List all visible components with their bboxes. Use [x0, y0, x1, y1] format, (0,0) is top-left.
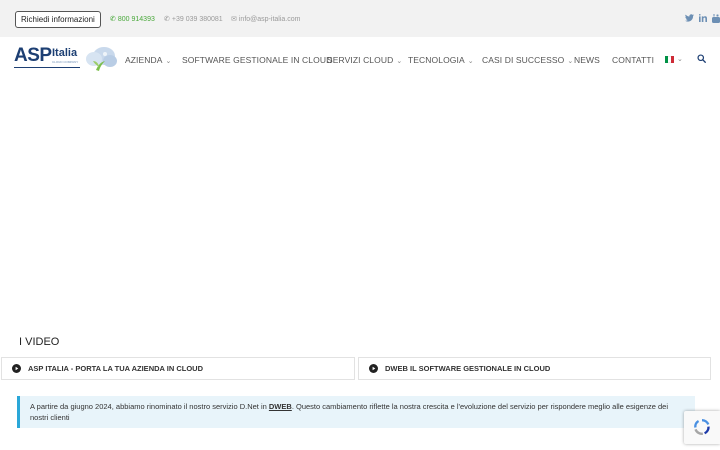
search-icon[interactable]: [697, 54, 706, 63]
notice-text-start: A partire da giugno 2024, abbiamo rinomi…: [30, 402, 269, 411]
nav-item-label: SERVIZI CLOUD: [327, 55, 394, 65]
play-circle-icon: [12, 364, 21, 373]
recaptcha-icon: [694, 419, 710, 435]
main-header: ASP Italia CLOUD COMPANY AZIENDA ⌄ SOFTWA…: [0, 37, 720, 82]
video-tab-dweb[interactable]: DWEB IL SOFTWARE GESTIONALE IN CLOUD: [358, 357, 711, 380]
logo-name: Italia: [52, 47, 78, 59]
rename-notice: A partire da giugno 2024, abbiamo rinomi…: [17, 396, 695, 428]
recaptcha-badge[interactable]: [684, 411, 720, 444]
video-tab-asp-italia[interactable]: ASP ITALIA - PORTA LA TUA AZIENDA IN CLO…: [1, 357, 355, 380]
nav-item-label: SOFTWARE GESTIONALE IN CLOUD: [182, 55, 333, 65]
nav-item-label: CASI DI SUCCESSO: [482, 55, 565, 65]
asp-italia-logo[interactable]: ASP Italia CLOUD COMPANY: [14, 43, 118, 73]
nav-item-news[interactable]: NEWS: [574, 55, 600, 65]
chevron-down-icon: ⌄: [396, 58, 403, 65]
logo-brand: ASP: [14, 45, 52, 66]
nav-item-software-gestionale[interactable]: SOFTWARE GESTIONALE IN CLOUD: [182, 55, 332, 65]
nav-item-label: AZIENDA: [125, 55, 163, 65]
logo-underline: [14, 67, 80, 68]
top-bar: Richiedi informazioni ✆ 800 914393 ✆ +39 0…: [0, 0, 720, 37]
email-link[interactable]: ✉ info@asp-italia.com: [231, 15, 300, 24]
free-phone-link[interactable]: ✆ 800 914393: [110, 15, 155, 24]
phone-number: +39 039 380081: [171, 16, 223, 23]
video-tab-label: ASP ITALIA - PORTA LA TUA AZIENDA IN CLO…: [28, 364, 203, 373]
nav-item-label: NEWS: [574, 55, 600, 65]
phone-icon: ✆: [110, 16, 116, 23]
twitter-icon[interactable]: [685, 14, 694, 24]
chevron-down-icon: ⌄: [165, 58, 172, 65]
phone-link[interactable]: ✆ +39 039 380081: [164, 15, 223, 24]
nav-item-azienda[interactable]: AZIENDA ⌄: [125, 55, 172, 67]
nav-item-label: TECNOLOGIA: [408, 55, 465, 65]
request-info-button[interactable]: Richiedi informazioni: [15, 11, 101, 28]
envelope-icon: ✉: [231, 16, 237, 23]
logo-tagline: CLOUD COMPANY: [52, 60, 79, 64]
nav-item-servizi-cloud[interactable]: SERVIZI CLOUD ⌄: [327, 55, 402, 67]
cloud-logo-icon: [86, 47, 117, 71]
free-phone-number: 800 914393: [117, 16, 155, 23]
nav-item-contatti[interactable]: CONTATTI: [612, 55, 654, 65]
youtube-icon[interactable]: [712, 14, 720, 25]
linkedin-icon[interactable]: [699, 14, 707, 24]
chevron-down-icon: ⌄: [567, 58, 574, 65]
nav-item-label: CONTATTI: [612, 55, 655, 65]
italian-flag-icon[interactable]: [665, 56, 674, 63]
chevron-down-icon: ⌄: [467, 58, 474, 65]
play-circle-icon: [369, 364, 378, 373]
email-address: info@asp-italia.com: [238, 16, 301, 23]
phone-icon: ✆: [164, 16, 170, 23]
dweb-link[interactable]: DWEB: [269, 402, 292, 411]
nav-item-tecnologia[interactable]: TECNOLOGIA ⌄: [408, 55, 474, 67]
chevron-down-icon[interactable]: ⌄: [677, 55, 683, 63]
video-tab-label: DWEB IL SOFTWARE GESTIONALE IN CLOUD: [385, 364, 551, 373]
nav-item-casi-di-successo[interactable]: CASI DI SUCCESSO ⌄: [482, 55, 573, 67]
section-title: I VIDEO: [19, 336, 60, 348]
